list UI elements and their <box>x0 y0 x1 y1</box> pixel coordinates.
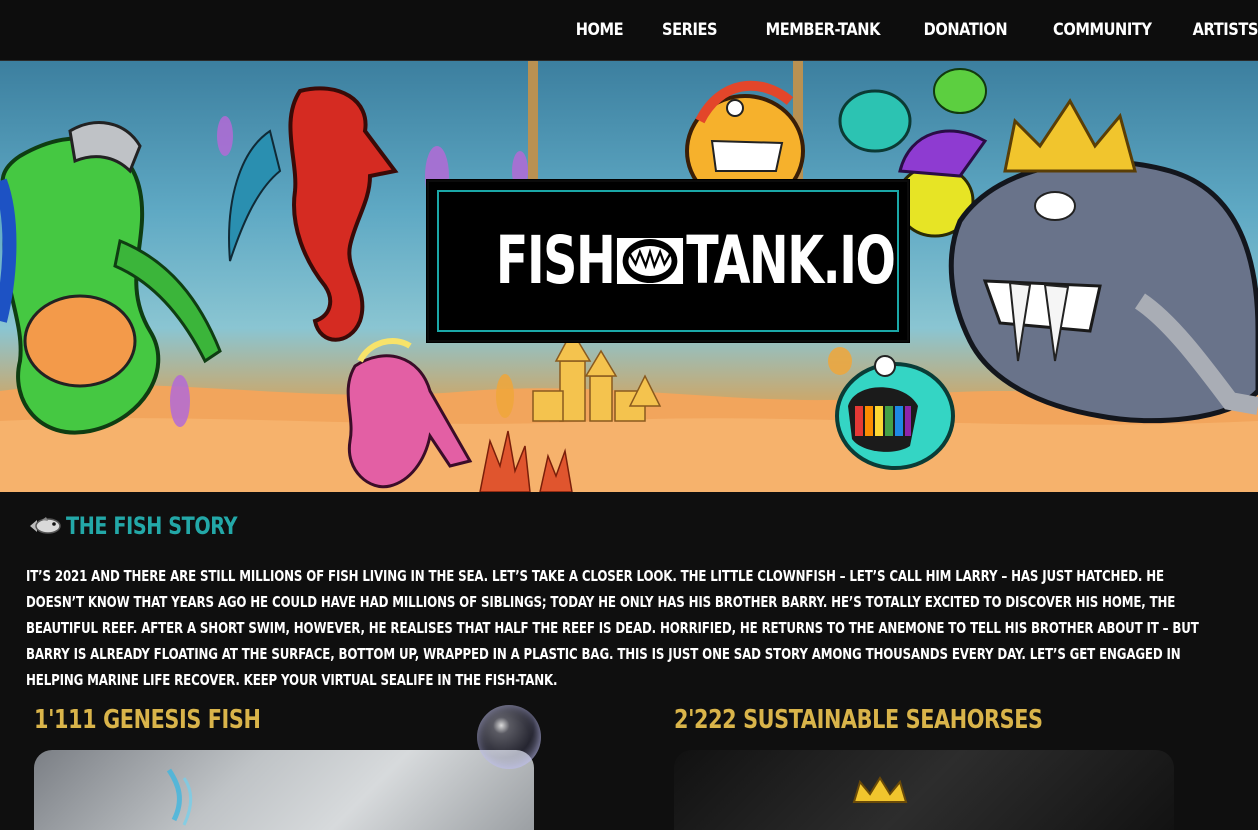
nav-donation[interactable]: DONATION <box>924 20 1008 40</box>
sustainable-seahorses-card[interactable] <box>674 750 1174 830</box>
genesis-fish-title[interactable]: 1'111 GENESIS FISH <box>34 705 261 735</box>
top-navigation-bar: HOME SERIES MEMBER-TANK DONATION COMMUNI… <box>0 0 1258 61</box>
story-heading: THE FISH STORY <box>28 512 280 540</box>
sustainable-seahorses-title[interactable]: 2'222 SUSTAINABLE SEAHORSES <box>674 705 1043 735</box>
genesis-fish-card[interactable] <box>34 750 534 830</box>
logo-text-fish: FISH <box>495 222 616 300</box>
main-nav: HOME SERIES MEMBER-TANK DONATION COMMUNI… <box>568 0 1258 60</box>
nav-community[interactable]: COMMUNITY <box>1054 20 1153 40</box>
seahorse-crown-preview <box>852 776 908 803</box>
genesis-fish-preview <box>166 768 193 826</box>
story-title: THE FISH STORY <box>66 512 238 540</box>
nav-series[interactable]: SERIES <box>662 20 718 40</box>
bubble-decoration <box>477 705 541 769</box>
logo-wordmark: FISH TANK.IO <box>495 218 896 300</box>
site-logo[interactable]: FISH TANK.IO <box>427 180 909 342</box>
fish-mouth-icon <box>617 232 684 290</box>
nav-home[interactable]: HOME <box>576 20 624 40</box>
hero-banner: FISH TANK.IO <box>0 61 1258 492</box>
nav-artists[interactable]: ARTISTS <box>1193 20 1258 40</box>
nav-member-tank[interactable]: MEMBER-TANK <box>766 20 881 40</box>
fish-icon <box>30 517 61 534</box>
logo-text-tank: TANK.IO <box>686 222 896 300</box>
story-paragraph: IT’S 2021 AND THERE ARE STILL MILLIONS O… <box>26 567 1199 689</box>
